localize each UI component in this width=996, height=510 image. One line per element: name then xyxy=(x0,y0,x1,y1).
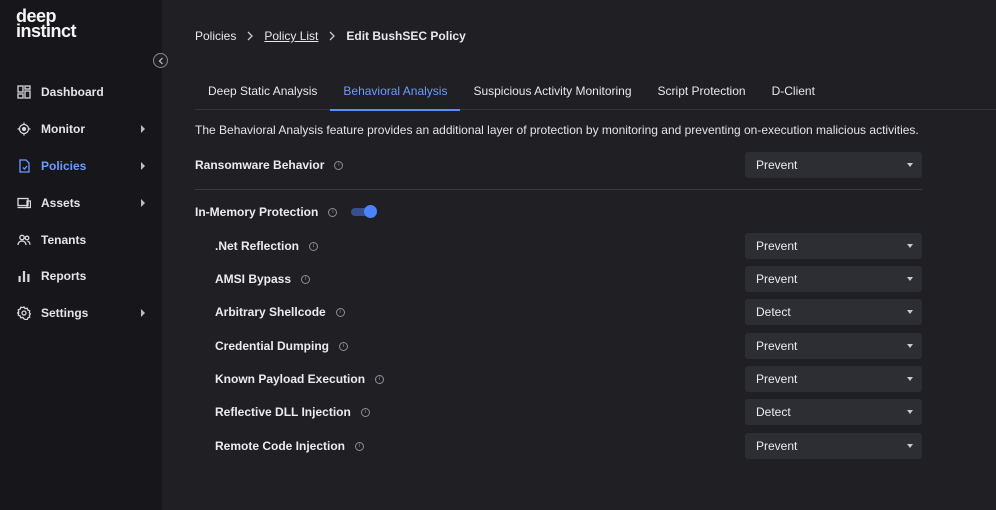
sidebar-item-assets[interactable]: Assets xyxy=(0,184,162,221)
arbitrary-shellcode-select[interactable]: Detect xyxy=(745,299,922,325)
chevron-right-icon xyxy=(141,161,145,170)
net-reflection-select[interactable]: Prevent xyxy=(745,233,922,259)
info-icon[interactable]: i xyxy=(334,160,344,170)
select-value: Prevent xyxy=(756,372,798,386)
reflective-dll-injection-select[interactable]: Detect xyxy=(745,399,922,425)
breadcrumb-policies[interactable]: Policies xyxy=(195,29,236,43)
tab-deep-static-analysis[interactable]: Deep Static Analysis xyxy=(195,72,330,110)
chevron-right-icon xyxy=(141,125,145,134)
chevron-right-icon xyxy=(328,31,336,41)
setting-label: Ransomware Behavior xyxy=(195,158,325,172)
select-value: Prevent xyxy=(756,272,798,286)
select-value: Prevent xyxy=(756,158,798,172)
info-icon[interactable]: i xyxy=(360,407,370,417)
select-value: Detect xyxy=(756,305,791,319)
sidebar-item-label: Tenants xyxy=(41,232,87,247)
sidebar-item-settings[interactable]: Settings xyxy=(0,295,162,332)
in-memory-protection-toggle[interactable] xyxy=(351,205,378,218)
sidebar-item-policies[interactable]: Policies xyxy=(0,148,162,185)
tab-behavioral-analysis[interactable]: Behavioral Analysis xyxy=(330,72,461,111)
caret-down-icon xyxy=(907,244,913,248)
breadcrumb: Policies Policy List Edit BushSEC Policy xyxy=(195,29,466,43)
ransomware-behavior-row: Ransomware Behavior i Prevent xyxy=(195,152,922,178)
main-content: Policies Policy List Edit BushSEC Policy… xyxy=(162,0,996,510)
select-value: Prevent xyxy=(756,239,798,253)
select-value: Detect xyxy=(756,405,791,419)
sidebar: deep instinct Dashboard Monitor Policies xyxy=(0,0,162,510)
in-memory-protection-row: In-Memory Protection i xyxy=(195,199,922,225)
arbitrary-shellcode-row: Arbitrary Shellcode i Detect xyxy=(195,299,922,325)
setting-label: Credential Dumping xyxy=(215,339,330,353)
credential-dumping-row: Credential Dumping i Prevent xyxy=(195,333,922,359)
sidebar-item-reports[interactable]: Reports xyxy=(0,258,162,295)
setting-label: Known Payload Execution xyxy=(215,372,366,386)
collapse-sidebar-button[interactable] xyxy=(153,53,168,68)
setting-label: Reflective DLL Injection xyxy=(215,405,351,419)
info-icon[interactable]: i xyxy=(339,341,349,351)
info-icon[interactable]: i xyxy=(355,441,365,451)
logo-line-2: instinct xyxy=(16,21,77,41)
deep-instinct-logo[interactable]: deep instinct xyxy=(16,7,77,41)
setting-label: AMSI Bypass xyxy=(215,272,292,286)
dashboard-icon xyxy=(17,85,31,100)
feature-description: The Behavioral Analysis feature provides… xyxy=(195,123,919,137)
tab-suspicious-activity-monitoring[interactable]: Suspicious Activity Monitoring xyxy=(460,72,644,110)
known-payload-execution-select[interactable]: Prevent xyxy=(745,366,922,392)
chevron-left-icon xyxy=(158,57,163,64)
caret-down-icon xyxy=(907,163,913,167)
sidebar-item-tenants[interactable]: Tenants xyxy=(0,221,162,258)
chevron-right-icon xyxy=(141,309,145,318)
caret-down-icon xyxy=(907,444,913,448)
sidebar-item-label: Dashboard xyxy=(41,85,104,100)
gear-icon xyxy=(17,306,31,321)
amsi-bypass-select[interactable]: Prevent xyxy=(745,266,922,292)
sidebar-item-monitor[interactable]: Monitor xyxy=(0,111,162,148)
select-value: Prevent xyxy=(756,439,798,453)
amsi-bypass-row: AMSI Bypass i Prevent xyxy=(195,266,922,292)
caret-down-icon xyxy=(907,410,913,414)
info-icon[interactable]: i xyxy=(375,374,385,384)
info-icon[interactable]: i xyxy=(301,274,311,284)
chevron-right-icon xyxy=(141,198,145,207)
sidebar-item-label: Settings xyxy=(41,306,89,321)
setting-label: .Net Reflection xyxy=(215,239,300,253)
sidebar-item-label: Policies xyxy=(41,158,87,173)
reflective-dll-injection-row: Reflective DLL Injection i Detect xyxy=(195,399,922,425)
net-reflection-row: .Net Reflection i Prevent xyxy=(195,233,922,259)
ransomware-behavior-select[interactable]: Prevent xyxy=(745,152,922,178)
monitor-icon xyxy=(17,122,31,136)
setting-label: Arbitrary Shellcode xyxy=(215,305,326,319)
policies-icon xyxy=(17,159,31,173)
info-icon[interactable]: i xyxy=(328,207,338,217)
setting-label: In-Memory Protection xyxy=(195,205,319,219)
tenants-icon xyxy=(17,233,31,247)
toggle-knob xyxy=(364,205,378,218)
policy-tabs: Deep Static Analysis Behavioral Analysis… xyxy=(195,72,996,111)
breadcrumb-policy-list[interactable]: Policy List xyxy=(264,29,318,43)
remote-code-injection-select[interactable]: Prevent xyxy=(745,433,922,459)
sidebar-item-label: Reports xyxy=(41,269,87,284)
caret-down-icon xyxy=(907,310,913,314)
select-value: Prevent xyxy=(756,339,798,353)
reports-icon xyxy=(17,269,31,283)
tab-d-client[interactable]: D-Client xyxy=(759,72,828,110)
caret-down-icon xyxy=(907,377,913,381)
sidebar-item-dashboard[interactable]: Dashboard xyxy=(0,74,162,111)
credential-dumping-select[interactable]: Prevent xyxy=(745,333,922,359)
caret-down-icon xyxy=(907,277,913,281)
sidebar-item-label: Assets xyxy=(41,195,81,210)
section-divider xyxy=(195,189,922,190)
info-icon[interactable]: i xyxy=(335,307,345,317)
info-icon[interactable]: i xyxy=(309,241,319,251)
chevron-right-icon xyxy=(246,31,254,41)
sidebar-nav: Dashboard Monitor Policies Assets Tenant… xyxy=(0,74,162,332)
tab-script-protection[interactable]: Script Protection xyxy=(645,72,759,110)
caret-down-icon xyxy=(907,344,913,348)
remote-code-injection-row: Remote Code Injection i Prevent xyxy=(195,433,922,459)
sidebar-item-label: Monitor xyxy=(41,122,85,137)
assets-icon xyxy=(17,196,31,210)
known-payload-execution-row: Known Payload Execution i Prevent xyxy=(195,366,922,392)
page-title: Edit BushSEC Policy xyxy=(346,29,466,43)
setting-label: Remote Code Injection xyxy=(215,439,346,453)
